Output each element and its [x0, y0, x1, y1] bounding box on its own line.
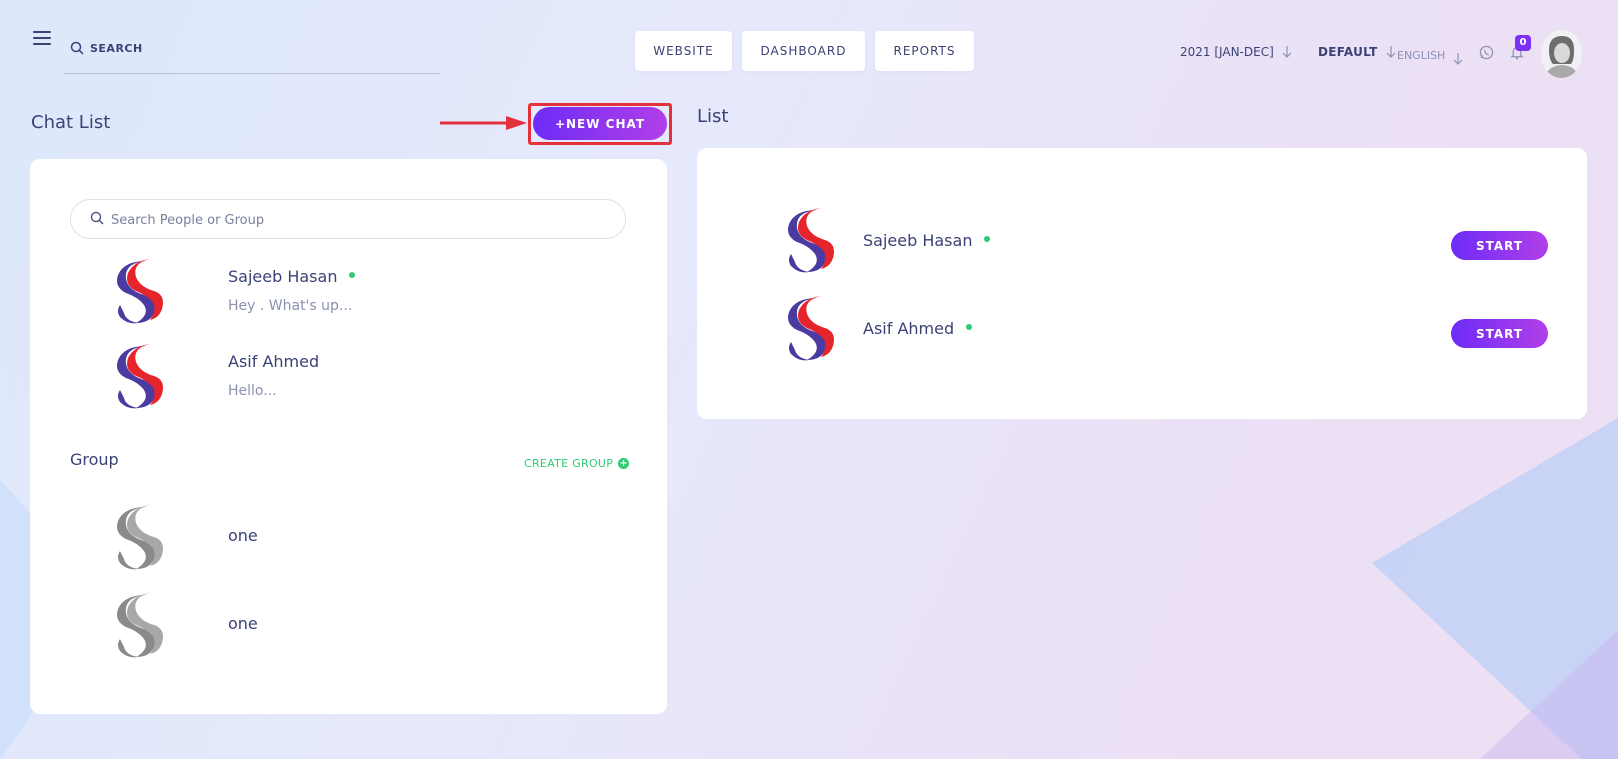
nav-website-button[interactable]: WEBSITE: [635, 31, 732, 71]
menu-icon[interactable]: [33, 31, 51, 46]
avatar-image: [1541, 30, 1582, 78]
top-search-input[interactable]: [90, 38, 420, 58]
chat-last-message: Hello...: [228, 383, 277, 399]
user-avatar[interactable]: [1541, 30, 1582, 78]
online-status-dot: [984, 235, 991, 242]
brand-logo-avatar: [117, 259, 163, 324]
group-name: one: [228, 526, 258, 545]
notification-badge: 0: [1515, 35, 1531, 51]
chat-name-text: Sajeeb Hasan: [228, 267, 338, 286]
year-selector-label: 2021 [JAN-DEC]: [1180, 45, 1274, 59]
people-search-input[interactable]: [111, 210, 611, 230]
people-search-bar[interactable]: [70, 199, 626, 239]
plus-circle-icon: +: [618, 458, 630, 469]
group-item[interactable]: one: [110, 503, 590, 575]
contact-row: Sajeeb Hasan START: [781, 206, 1551, 278]
nav-dashboard-button[interactable]: DASHBOARD: [742, 31, 865, 71]
group-section-title: Group: [70, 450, 119, 469]
online-status-dot: [349, 271, 356, 278]
brand-logo-avatar: [788, 296, 834, 361]
list-title: List: [697, 106, 729, 127]
arrow-down-icon: [1386, 46, 1396, 58]
start-chat-button[interactable]: START: [1451, 319, 1548, 348]
top-search-bar[interactable]: [64, 36, 440, 74]
chat-list-card: Sajeeb Hasan Hey . What's up... Asif Ahm…: [30, 159, 667, 714]
group-name: one: [228, 614, 258, 633]
search-icon: [90, 211, 104, 225]
contact-name-text: Sajeeb Hasan: [863, 231, 973, 250]
year-selector[interactable]: 2021 [JAN-DEC]: [1180, 45, 1292, 59]
create-group-label: CREATE GROUP: [524, 457, 614, 470]
group-logo-avatar: [117, 505, 163, 570]
search-icon: [70, 41, 84, 55]
create-group-link[interactable]: CREATE GROUP +: [524, 457, 630, 470]
chat-list-title: Chat List: [31, 112, 111, 133]
chat-item[interactable]: Asif Ahmed Hello...: [110, 342, 590, 414]
arrow-down-icon: [1282, 46, 1292, 58]
chat-name: Asif Ahmed: [228, 352, 320, 371]
chat-item[interactable]: Sajeeb Hasan Hey . What's up...: [110, 257, 590, 329]
language-selector-label: ENGLISH: [1397, 48, 1446, 62]
group-item[interactable]: one: [110, 591, 590, 663]
arrow-down-icon: [1453, 53, 1463, 65]
start-chat-button[interactable]: START: [1451, 231, 1548, 260]
contact-name: Sajeeb Hasan: [863, 231, 991, 250]
background-shape: [1480, 630, 1618, 759]
chat-name: Sajeeb Hasan: [228, 267, 356, 286]
group-logo-avatar: [117, 593, 163, 658]
whatsapp-icon[interactable]: [1479, 45, 1494, 60]
contact-name: Asif Ahmed: [863, 319, 973, 338]
brand-logo-avatar: [117, 344, 163, 409]
nav-reports-button[interactable]: REPORTS: [875, 31, 974, 71]
language-selector[interactable]: ENGLISH: [1397, 45, 1463, 65]
contact-name-text: Asif Ahmed: [863, 319, 955, 338]
theme-selector-label: DEFAULT: [1318, 45, 1378, 59]
online-status-dot: [966, 323, 973, 330]
contact-list-card: Sajeeb Hasan START Asif Ahmed START: [697, 148, 1587, 419]
new-chat-button[interactable]: +NEW CHAT: [533, 107, 667, 140]
chat-last-message: Hey . What's up...: [228, 298, 353, 314]
contact-row: Asif Ahmed START: [781, 294, 1551, 366]
theme-selector[interactable]: DEFAULT: [1318, 45, 1396, 59]
brand-logo-avatar: [788, 208, 834, 273]
callout-arrow: [440, 116, 527, 130]
background-shape: [1372, 418, 1618, 759]
